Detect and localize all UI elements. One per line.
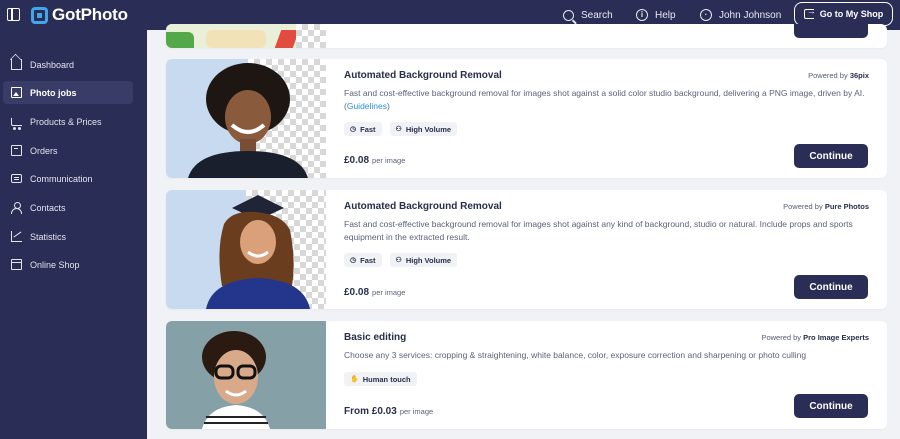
sidebar-item-label: Contacts xyxy=(30,202,66,213)
store-icon xyxy=(11,259,22,270)
service-image xyxy=(166,321,326,429)
tag-label: Human touch xyxy=(362,374,411,384)
powered-by-prefix: Powered by xyxy=(808,71,848,80)
sidebar-item-communication[interactable]: Communication xyxy=(3,167,133,190)
tag-label: High Volume xyxy=(405,255,452,265)
sidebar-item-label: Dashboard xyxy=(30,59,75,70)
tag-fast: ◷ Fast xyxy=(344,253,382,267)
service-card: Automated Background Removal Powered by … xyxy=(166,59,887,178)
child-portrait xyxy=(188,63,308,178)
tag-human-touch: ✋ Human touch xyxy=(344,372,417,386)
tag-high-volume: ⚇ High Volume xyxy=(389,122,458,136)
service-title: Automated Background Removal xyxy=(344,70,502,81)
tags: ◷ Fast ⚇ High Volume xyxy=(344,122,458,136)
home-icon xyxy=(11,59,22,70)
chat-icon xyxy=(11,174,22,183)
service-card: Basic editing Powered by Pro Image Exper… xyxy=(166,321,887,429)
service-card-partial xyxy=(166,24,887,48)
sidebar-item-online-shop[interactable]: Online Shop xyxy=(3,253,133,276)
service-image xyxy=(166,24,326,48)
tags: ◷ Fast ⚇ High Volume xyxy=(344,253,458,267)
group-icon: ⚇ xyxy=(395,126,402,133)
woman-portrait xyxy=(202,331,270,429)
person-icon xyxy=(11,202,22,214)
sidebar-item-label: Products & Prices xyxy=(30,116,102,127)
provider-name: 36pix xyxy=(849,71,869,80)
sidebar-item-label: Online Shop xyxy=(30,259,80,270)
service-price: From £0.03 per image xyxy=(344,406,433,417)
sidebar-item-photo-jobs[interactable]: Photo jobs xyxy=(3,81,133,104)
sidebar-item-statistics[interactable]: Statistics xyxy=(3,225,133,248)
price-value: £0.08 xyxy=(344,155,370,166)
tag-label: Fast xyxy=(360,124,376,134)
user-avatar-icon: · xyxy=(700,9,712,21)
price-unit: per image xyxy=(372,288,406,297)
price-value: £0.08 xyxy=(344,287,370,298)
box-icon xyxy=(11,145,22,156)
service-price: £0.08 per image xyxy=(344,155,405,166)
powered-by: Powered by 36pix xyxy=(808,71,869,80)
provider-name: Pro Image Experts xyxy=(803,333,869,342)
continue-button[interactable]: Continue xyxy=(794,394,868,418)
powered-by-prefix: Powered by xyxy=(783,202,823,211)
stats-icon xyxy=(11,231,22,242)
service-image xyxy=(166,59,326,178)
continue-button[interactable] xyxy=(794,24,868,38)
service-title: Automated Background Removal xyxy=(344,201,502,212)
photo-icon xyxy=(11,87,22,98)
service-card: Automated Background Removal Powered by … xyxy=(166,190,887,309)
tag-fast: ◷ Fast xyxy=(344,122,382,136)
go-to-shop-label: Go to My Shop xyxy=(819,9,884,19)
provider-name: Pure Photos xyxy=(824,202,869,211)
powered-by: Powered by Pure Photos xyxy=(783,202,869,211)
exit-arrow-icon xyxy=(803,6,816,19)
group-icon: ⚇ xyxy=(395,257,402,264)
clock-icon: ◷ xyxy=(350,257,357,264)
go-to-shop-button[interactable]: Go to My Shop xyxy=(794,2,893,26)
powered-by-prefix: Powered by xyxy=(761,333,802,342)
service-image xyxy=(166,190,326,309)
clock-icon: ◷ xyxy=(350,126,357,133)
logo-text: GotPhoto xyxy=(52,5,128,24)
tag-high-volume: ⚇ High Volume xyxy=(389,253,458,267)
gotphoto-logo-icon xyxy=(31,6,48,24)
tag-label: High Volume xyxy=(405,124,452,134)
info-icon: i xyxy=(636,9,648,21)
tag-label: Fast xyxy=(360,255,376,265)
service-description: Fast and cost-effective background remov… xyxy=(344,87,869,113)
hand-icon: ✋ xyxy=(350,376,359,383)
cart-icon xyxy=(11,117,22,130)
user-name: John Johnson xyxy=(719,9,782,21)
search-label: Search xyxy=(581,9,613,21)
sidebar-item-label: Communication xyxy=(30,173,93,184)
price-unit: per image xyxy=(372,156,406,165)
service-description: Choose any 3 services: cropping & straig… xyxy=(344,350,807,360)
help-label: Help xyxy=(655,9,676,21)
sidebar-item-contacts[interactable]: Contacts xyxy=(3,196,133,219)
service-price: £0.08 per image xyxy=(344,287,405,298)
continue-button[interactable]: Continue xyxy=(794,275,868,299)
service-description-text: Fast and cost-effective background remov… xyxy=(344,88,865,111)
description-end: ) xyxy=(387,101,390,111)
sidebar-item-label: Photo jobs xyxy=(30,87,77,98)
graduate-portrait xyxy=(206,195,310,309)
sidebar-item-label: Statistics xyxy=(30,231,67,242)
sidebar-item-dashboard[interactable]: Dashboard xyxy=(3,53,133,76)
service-title: Basic editing xyxy=(344,332,407,343)
powered-by: Powered by Pro Image Experts xyxy=(761,333,869,342)
sidebar-item-orders[interactable]: Orders xyxy=(3,139,133,162)
continue-button[interactable]: Continue xyxy=(794,144,868,168)
sidebar-item-products-prices[interactable]: Products & Prices xyxy=(3,110,133,133)
sidebar-toggle-icon[interactable] xyxy=(7,8,20,21)
search-icon xyxy=(563,9,574,21)
service-description: Fast and cost-effective background remov… xyxy=(344,219,853,242)
price-value: From £0.03 xyxy=(344,406,397,417)
sidebar-item-label: Orders xyxy=(30,145,58,156)
guidelines-link[interactable]: Guidelines xyxy=(347,101,387,111)
price-unit: per image xyxy=(399,407,434,416)
logo[interactable]: GotPhoto xyxy=(31,5,128,25)
sidebar: Dashboard Photo jobs Products & Prices O… xyxy=(0,30,147,439)
tags: ✋ Human touch xyxy=(344,372,417,386)
